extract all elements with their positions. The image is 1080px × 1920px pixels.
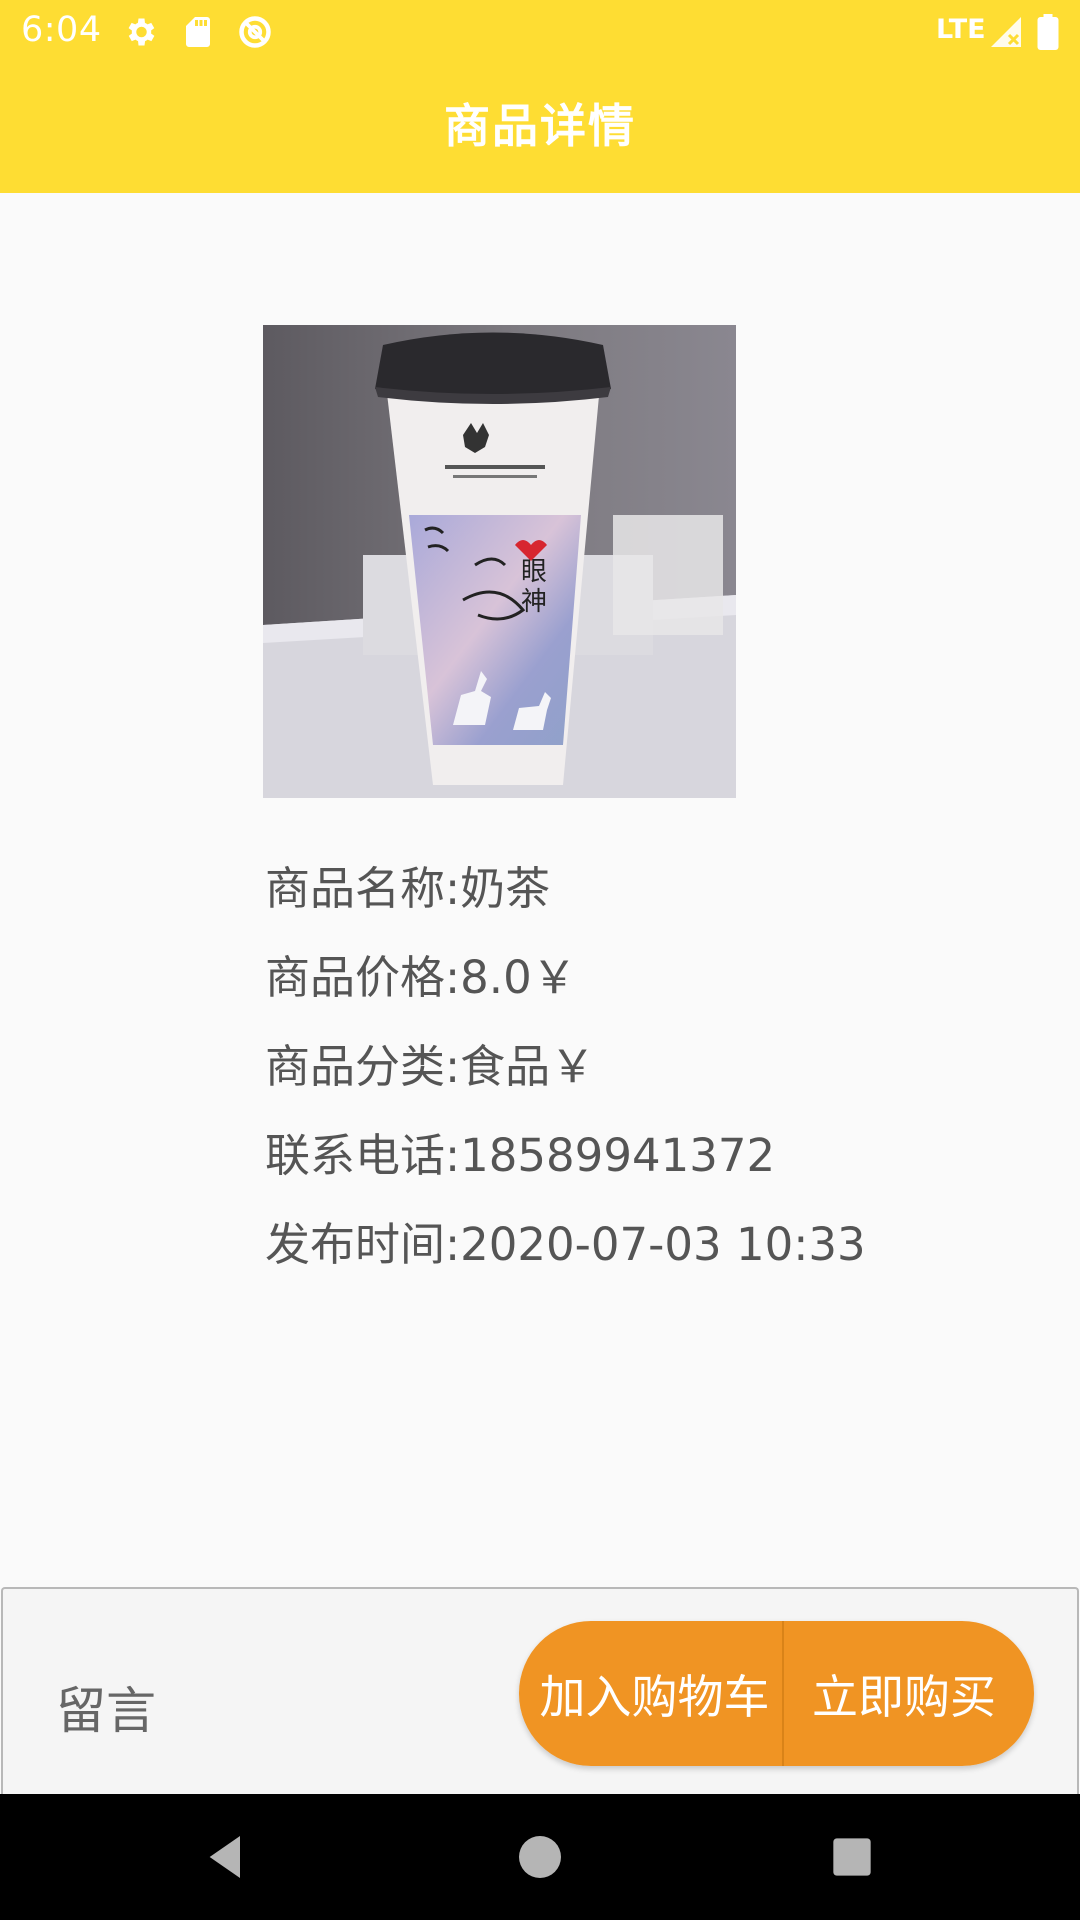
product-category: 商品分类:食品￥ xyxy=(265,1040,596,1093)
status-time: 6:04 xyxy=(21,10,102,50)
product-image[interactable]: 眼 神 xyxy=(263,325,736,798)
network-type: LTE xyxy=(936,14,986,45)
home-icon[interactable] xyxy=(512,1829,568,1885)
lte-signal-icon xyxy=(991,17,1021,47)
status-bar: 6:04 LTE xyxy=(0,0,1080,63)
back-icon[interactable] xyxy=(198,1829,254,1885)
svg-text:神: 神 xyxy=(521,587,547,617)
milk-tea-photo: 眼 神 xyxy=(263,325,736,798)
message-button[interactable]: 留言 xyxy=(56,1671,156,1743)
publish-time: 发布时间:2020-07-03 10:33 xyxy=(265,1218,866,1271)
battery-icon xyxy=(1037,14,1059,50)
svg-text:眼: 眼 xyxy=(521,557,547,587)
product-name: 商品名称:奶茶 xyxy=(265,862,551,915)
bottom-action-bar: 留言 加入购物车 立即购买 xyxy=(1,1587,1079,1794)
purchase-button-group: 加入购物车 立即购买 xyxy=(519,1621,1034,1766)
sync-icon xyxy=(239,16,271,48)
product-detail-screen: 6:04 LTE 商品详情 眼 神 商品名称:奶茶 商品价格:8.0￥ 商品分类… xyxy=(0,0,1080,1920)
app-toolbar: 商品详情 xyxy=(0,63,1080,193)
page-title: 商品详情 xyxy=(444,99,636,153)
contact-phone: 联系电话:18589941372 xyxy=(265,1129,776,1182)
system-nav-bar xyxy=(0,1794,1080,1920)
add-to-cart-button[interactable]: 加入购物车 xyxy=(519,1621,782,1766)
recents-icon[interactable] xyxy=(824,1829,880,1885)
sd-card-icon xyxy=(186,17,210,47)
product-price: 商品价格:8.0￥ xyxy=(265,951,577,1004)
settings-icon xyxy=(128,18,155,46)
buy-now-button[interactable]: 立即购买 xyxy=(782,1621,1034,1766)
